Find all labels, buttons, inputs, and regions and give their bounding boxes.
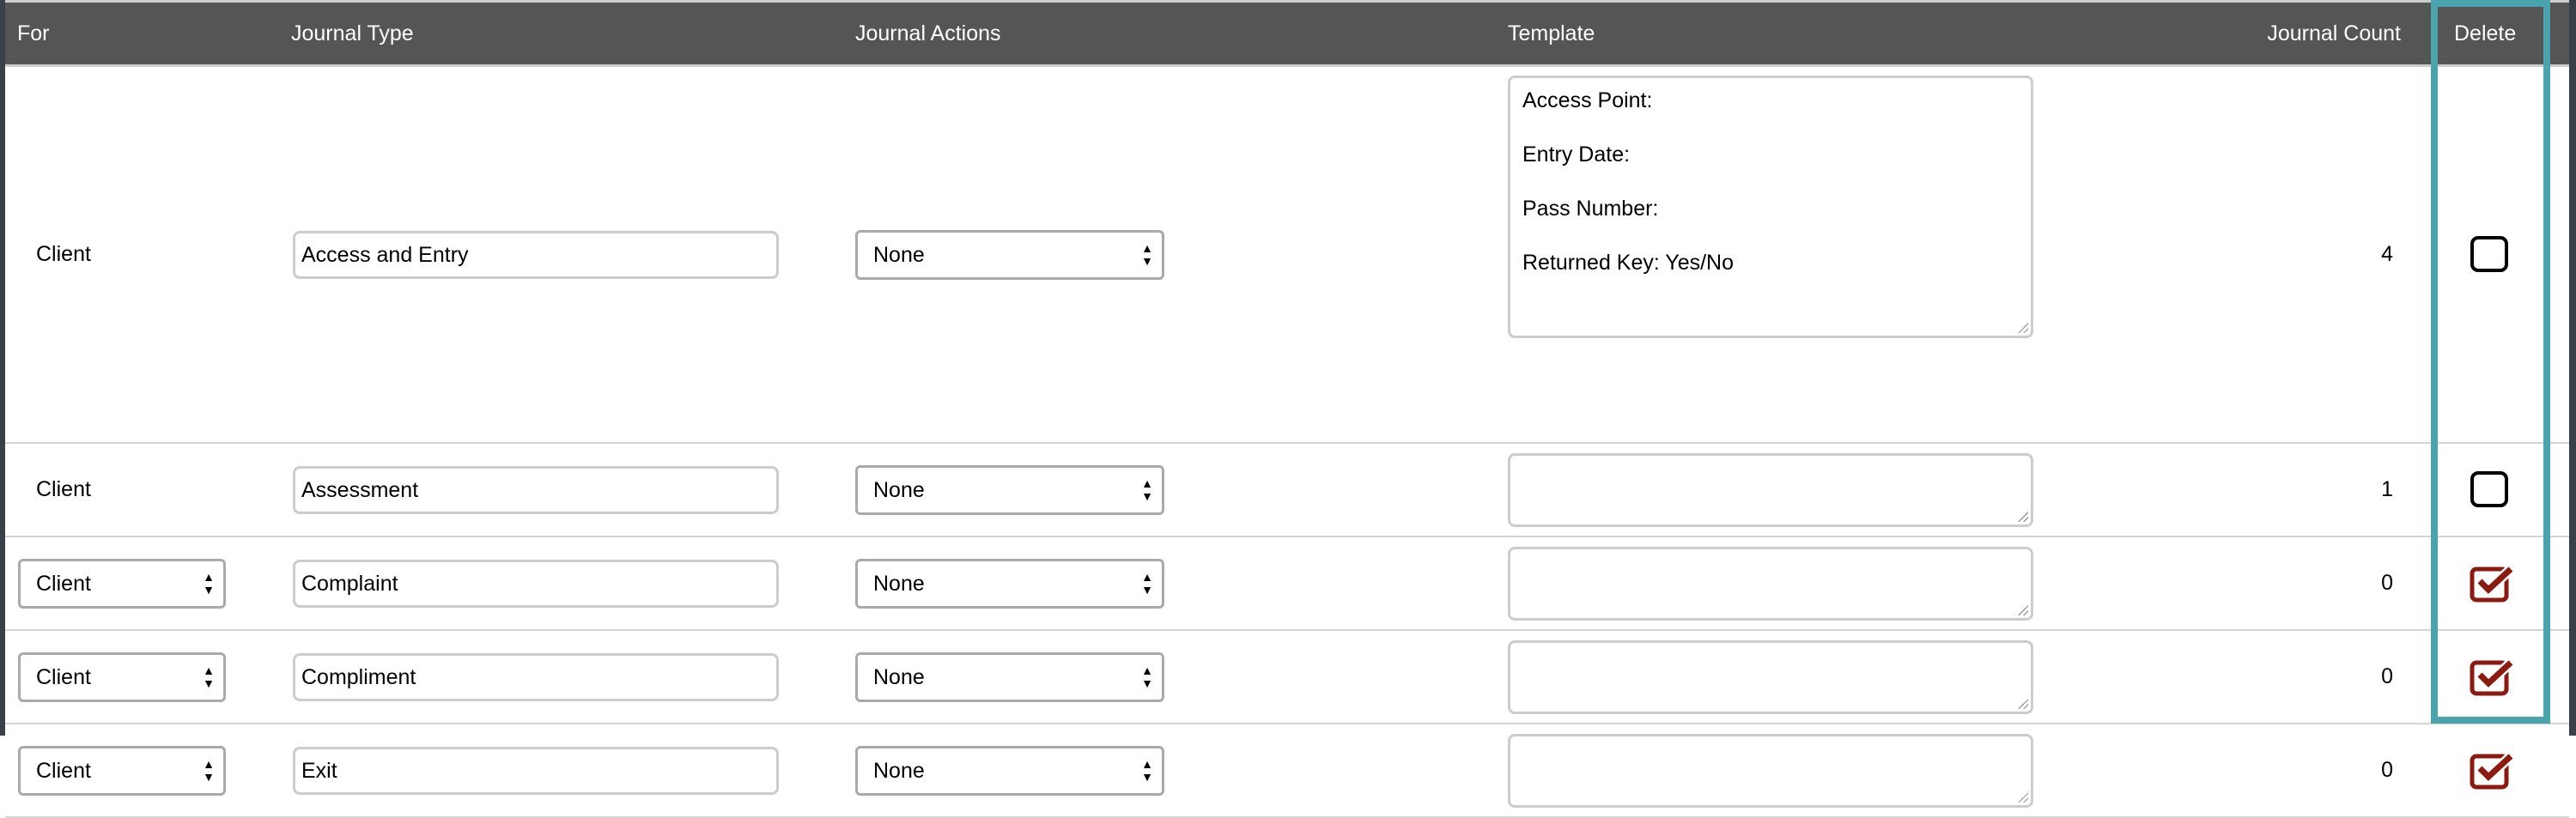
journal-count: 4 (2381, 241, 2393, 266)
journal-type-value: Exit (301, 758, 337, 783)
journal-action-select[interactable]: None ▲ ▼ (855, 229, 1164, 280)
journal-action-select[interactable]: None ▲ ▼ (855, 745, 1164, 796)
select-arrows-icon: ▲ ▼ (203, 756, 215, 784)
select-arrows-icon: ▲ ▼ (1141, 569, 1153, 597)
journal-action-select[interactable]: None ▲ ▼ (855, 558, 1164, 609)
template-textarea[interactable] (1508, 733, 2033, 808)
resize-grip-icon[interactable] (2018, 323, 2028, 333)
journal-type-value: Complaint (301, 571, 398, 596)
journal-action-select[interactable]: None ▲ ▼ (855, 464, 1164, 515)
journal-type-input[interactable]: Exit (293, 746, 779, 795)
journal-count: 0 (2381, 663, 2393, 688)
journal-action-select[interactable]: None ▲ ▼ (855, 651, 1164, 702)
journal-count: 0 (2381, 570, 2393, 595)
template-line: Entry Date: (1522, 142, 1631, 167)
header-template: Template (1508, 21, 1595, 45)
select-arrows-icon: ▲ ▼ (1141, 756, 1153, 784)
for-text: Client (36, 241, 91, 266)
journal-type-input[interactable]: Complaint (293, 559, 779, 608)
table-header: For Journal Type Journal Actions Templat… (5, 0, 2569, 67)
template-textarea[interactable] (1508, 639, 2033, 714)
header-for: For (17, 21, 50, 45)
resize-grip-icon[interactable] (2018, 791, 2028, 803)
journal-type-input[interactable]: Compliment (293, 652, 779, 701)
template-textarea[interactable] (1508, 546, 2033, 621)
resize-grip-icon[interactable] (2018, 511, 2028, 522)
select-arrows-icon: ▲ ▼ (1141, 476, 1153, 503)
header-journal-count: Journal Count (2267, 21, 2401, 45)
for-select[interactable]: Client ▲ ▼ (18, 558, 226, 609)
select-arrows-icon: ▲ ▼ (1141, 240, 1153, 268)
for-select-value: Client (36, 758, 91, 783)
journal-count: 0 (2381, 757, 2393, 782)
for-select[interactable]: Client ▲ ▼ (18, 651, 226, 702)
for-select[interactable]: Client ▲ ▼ (18, 745, 226, 796)
table-row: Client ▲ ▼ Complaint None ▲ ▼ 0 (5, 537, 2569, 631)
template-textarea[interactable]: Access Point: Entry Date: Pass Number: Retu… (1508, 76, 2033, 338)
select-arrows-icon: ▲ ▼ (203, 663, 215, 690)
template-line: Returned Key: Yes/No (1522, 251, 1734, 275)
header-journal-type: Journal Type (291, 21, 414, 45)
for-text: Client (36, 476, 91, 501)
journal-action-value: None (873, 664, 925, 689)
journal-action-value: None (873, 571, 925, 596)
journal-action-value: None (873, 477, 925, 502)
template-line: Pass Number: (1522, 197, 1659, 221)
select-arrows-icon: ▲ ▼ (203, 569, 215, 597)
for-select-value: Client (36, 664, 91, 689)
checked-checkbox-icon[interactable] (2470, 751, 2516, 791)
journal-type-input[interactable]: Access and Entry (293, 230, 779, 279)
journal-type-input[interactable]: Assessment (293, 465, 779, 514)
table-row: Client Access and Entry None ▲ ▼ Access Point… (5, 67, 2569, 444)
table-row: Client Assessment None ▲ ▼ 1 (5, 444, 2569, 537)
journal-action-value: None (873, 242, 925, 267)
template-textarea[interactable] (1508, 452, 2033, 527)
journal-action-value: None (873, 758, 925, 783)
select-arrows-icon: ▲ ▼ (1141, 663, 1153, 690)
resize-grip-icon[interactable] (2018, 698, 2028, 709)
table-row: Client ▲ ▼ Exit None ▲ ▼ 0 (5, 724, 2569, 818)
header-journal-actions: Journal Actions (855, 21, 1001, 45)
journal-count: 1 (2381, 476, 2393, 501)
delete-column-highlight (2431, 0, 2550, 724)
journal-type-value: Access and Entry (301, 242, 469, 267)
table-row: Client ▲ ▼ Compliment None ▲ ▼ 0 (5, 631, 2569, 724)
right-border (2569, 0, 2576, 736)
journal-type-value: Assessment (301, 477, 419, 502)
resize-grip-icon[interactable] (2018, 604, 2028, 615)
template-line: Access Point: (1522, 88, 1653, 112)
for-select-value: Client (36, 571, 91, 596)
journal-type-value: Compliment (301, 664, 416, 689)
